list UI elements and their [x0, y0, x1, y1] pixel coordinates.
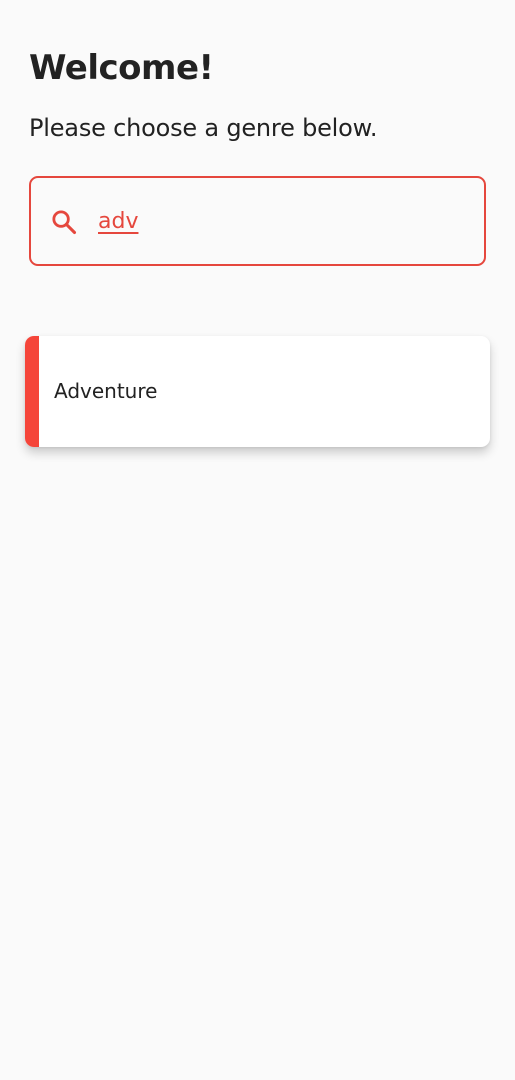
genre-item-adventure[interactable]: Adventure: [25, 336, 490, 447]
search-icon: [52, 210, 77, 235]
search-input[interactable]: [98, 202, 458, 240]
genre-item-label: Adventure: [54, 379, 158, 403]
search-box[interactable]: [29, 176, 486, 266]
genre-accent-bar: [25, 336, 39, 447]
genre-list: Adventure: [25, 336, 490, 447]
page-title: Welcome!: [29, 48, 214, 88]
genre-selection-screen: Welcome! Please choose a genre below. Ad…: [0, 0, 515, 1080]
page-subtitle: Please choose a genre below.: [29, 114, 378, 142]
